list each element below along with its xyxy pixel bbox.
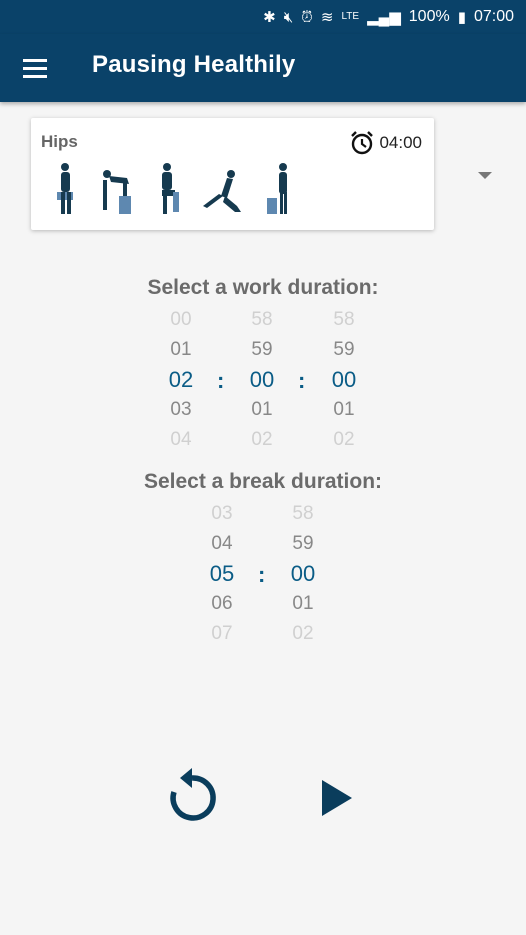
menu-button[interactable] xyxy=(18,54,52,82)
alarm-icon: ⏰︎ xyxy=(301,8,313,26)
routine-duration: 04:00 xyxy=(349,130,422,156)
signal-icon: ▂▄▆ xyxy=(367,8,401,26)
work-hours-wheel[interactable]: 00 01 02 03 04 xyxy=(151,308,211,454)
exercise-figure-4 xyxy=(203,170,241,212)
lte-icon: LTE xyxy=(341,11,360,22)
exercise-figure-2 xyxy=(103,170,131,214)
work-separator-1: : xyxy=(217,368,225,393)
routine-duration-value: 04:00 xyxy=(379,133,422,152)
exercise-figures xyxy=(53,162,295,216)
alarm-clock-icon xyxy=(351,131,374,155)
wifi-icon: ≋ xyxy=(320,8,334,26)
status-bar: ✱ 🔇︎ ⏰︎ ≋ LTE ▂▄▆ 100% ▮ 07:00 xyxy=(0,0,526,34)
routine-name: Hips xyxy=(41,132,78,151)
break-separator: : xyxy=(258,562,266,587)
work-minutes-wheel[interactable]: 58 59 00 01 02 xyxy=(232,308,292,454)
menu-icon xyxy=(23,58,47,62)
battery-level: 100% xyxy=(408,8,450,25)
play-button[interactable] xyxy=(318,778,354,823)
break-seconds-wheel[interactable]: 58 59 00 01 02 xyxy=(273,502,333,648)
break-duration-label: Select a break duration: xyxy=(143,470,383,493)
status-time: 07:00 xyxy=(473,8,514,25)
work-separator-2: : xyxy=(298,368,306,393)
mute-icon: 🔇︎ xyxy=(283,8,294,26)
work-duration-label: Select a work duration: xyxy=(147,276,379,299)
exercise-figure-5 xyxy=(267,163,287,214)
battery-icon: ▮ xyxy=(457,8,466,26)
app-bar: Pausing Healthily xyxy=(0,34,526,102)
work-seconds-wheel[interactable]: 58 59 00 01 02 xyxy=(314,308,374,454)
exercise-figure-3 xyxy=(162,163,179,214)
exercise-figure-1 xyxy=(57,163,73,214)
play-icon xyxy=(322,780,352,816)
routine-dropdown-arrow[interactable] xyxy=(478,172,492,179)
bluetooth-icon: ✱ xyxy=(263,8,276,26)
reset-button[interactable] xyxy=(166,768,218,829)
routine-card[interactable]: Hips 04:00 xyxy=(31,118,434,230)
break-minutes-wheel[interactable]: 03 04 05 06 07 xyxy=(192,502,252,648)
reset-icon xyxy=(170,768,216,821)
app-title: Pausing Healthily xyxy=(92,51,296,78)
